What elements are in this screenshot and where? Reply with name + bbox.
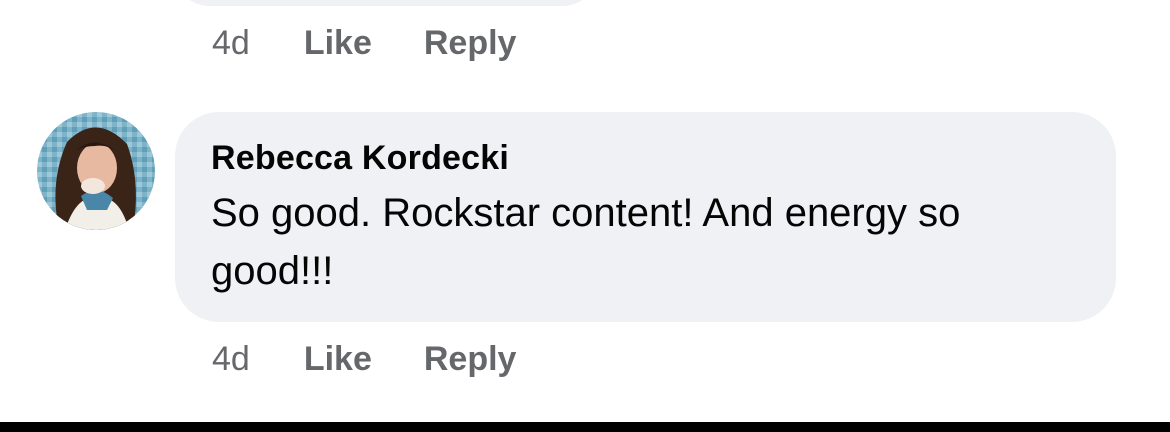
comment-text: So good. Rockstar content! And energy so… [211, 191, 961, 293]
comment-timestamp: 4d [212, 340, 250, 378]
comment-author[interactable]: Rebecca Kordecki [211, 136, 1086, 180]
comment-actions: 4d Like Reply [212, 340, 568, 379]
avatar[interactable] [37, 112, 155, 230]
comment-bubble: Rebecca Kordecki So good. Rockstar conte… [175, 112, 1116, 322]
comment-timestamp: 4d [212, 24, 250, 62]
reply-button[interactable]: Reply [424, 24, 517, 63]
comment-actions: 4d Like Reply [212, 24, 568, 63]
like-button[interactable]: Like [304, 24, 372, 63]
reply-button[interactable]: Reply [424, 340, 517, 379]
avatar-photo-icon [37, 112, 155, 230]
like-button[interactable]: Like [304, 340, 372, 379]
bottom-edge-bar [0, 422, 1170, 432]
previous-comment-bubble [176, 0, 596, 6]
